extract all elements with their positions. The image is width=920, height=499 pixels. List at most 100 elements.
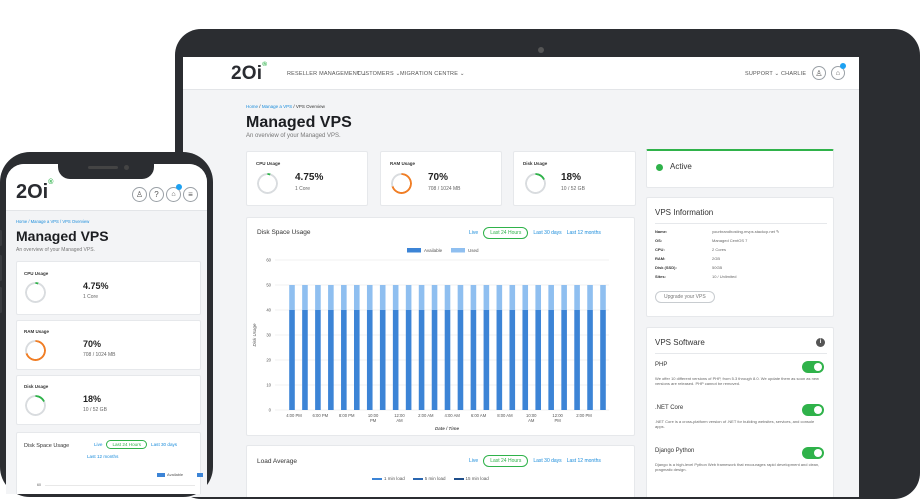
dotnet-toggle[interactable]: [802, 404, 824, 416]
breadcrumb-manage-vps[interactable]: Manage a VPS: [262, 104, 292, 109]
bar-available: [366, 310, 373, 410]
phone-disk-usage-card: Disk Usage 18% 10 / 52 GB: [16, 375, 201, 425]
bar-available: [444, 310, 451, 410]
bar-available: [587, 310, 593, 410]
x-tick-label: PM: [554, 418, 561, 423]
bar-used: [600, 285, 606, 310]
info-icon[interactable]: i: [816, 338, 825, 347]
phone-brand-logo[interactable]: 2Oi®: [16, 179, 53, 204]
y-tick-label: 50: [266, 283, 271, 288]
y-axis-label: Disk Usage: [252, 323, 257, 347]
software-django-name: Django Python: [655, 448, 695, 454]
x-tick-label: 4:00 AM: [444, 413, 460, 418]
bar-available: [315, 310, 321, 410]
vps-information-card: VPS Information Name: yourbrandhosting.mv…: [646, 197, 834, 317]
legend-label-used: Used: [468, 248, 479, 253]
load-range-last-30-days[interactable]: Last 30 days: [533, 458, 561, 464]
disk-usage-card: Disk Usage 18% 10 / 52 GB: [513, 151, 636, 206]
page-subtitle: An overview of your Managed VPS.: [246, 133, 341, 139]
top-navigation: 2Oi® RESELLER MANAGEMENT ⌄ CUSTOMERS ⌄ M…: [183, 57, 859, 90]
bar-available: [302, 310, 308, 410]
breadcrumb: Home / Manage a VPS / VPS Overview: [246, 104, 325, 109]
cpu-usage-sub: 1 Core: [295, 186, 311, 192]
ram-usage-sub: 708 / 1024 MB: [428, 186, 461, 192]
nav-support[interactable]: SUPPORT ⌄: [745, 71, 779, 77]
bar-used: [341, 285, 347, 310]
bar-available: [431, 310, 438, 410]
x-tick-label: 2:00 PM: [576, 413, 592, 418]
load-average-card: Load Average Live Last 24 Hours Last 30 …: [246, 445, 635, 497]
nav-user-name[interactable]: CHARLIE: [781, 71, 806, 77]
software-dotnet-name: .NET Core: [655, 405, 684, 411]
x-tick-label: AM: [396, 418, 403, 423]
phone-chart-gridline: [45, 485, 195, 486]
phone-legend-swatch-used: [197, 473, 203, 477]
range-last-12-months[interactable]: Last 12 months: [567, 230, 601, 236]
phone-side-button: [0, 255, 2, 281]
phone-account-button[interactable]: ♙: [132, 187, 147, 202]
legend-1-min: 1 min load: [372, 476, 405, 481]
phone-chart-y-tick: 60: [37, 483, 41, 487]
phone-page-title: Managed VPS: [16, 228, 109, 244]
phone-range-last-12-months[interactable]: Last 12 months: [87, 454, 118, 459]
user-icon: ♙: [815, 68, 823, 78]
account-button[interactable]: ♙: [812, 66, 826, 80]
bar-used: [548, 285, 554, 310]
phone-help-button[interactable]: ?: [149, 187, 164, 202]
disk-usage-label: Disk Usage: [523, 161, 548, 166]
phone-legend-available: Available: [157, 472, 183, 477]
phone-page-subtitle: An overview of your Managed VPS.: [16, 247, 95, 253]
load-legend: 1 min load 5 min load 15 min load: [372, 476, 489, 481]
nav-migration-centre[interactable]: MIGRATION CENTRE ⌄: [400, 71, 465, 77]
load-range-live[interactable]: Live: [469, 458, 478, 464]
y-tick-label: 20: [266, 358, 271, 363]
php-toggle[interactable]: [802, 361, 824, 373]
phone-range-last-30-days[interactable]: Last 30 days: [151, 442, 177, 447]
bar-used: [509, 285, 516, 310]
upgrade-vps-button[interactable]: Upgrade your VPS: [655, 291, 715, 303]
phone-menu-button[interactable]: ≡: [183, 187, 198, 202]
range-last-24-hours[interactable]: Last 24 Hours: [483, 227, 529, 239]
breadcrumb-home[interactable]: Home: [246, 104, 258, 109]
y-tick-label: 60: [266, 258, 271, 263]
phone-ram-label: RAM Usage: [24, 329, 50, 334]
range-live[interactable]: Live: [469, 230, 478, 236]
bar-available: [418, 310, 425, 410]
ram-usage-ring: [391, 173, 412, 194]
vps-info-row: Disk (SSD): 50GB: [655, 265, 723, 270]
bar-available: [470, 310, 477, 410]
nav-reseller-management[interactable]: RESELLER MANAGEMENT ⌄: [287, 71, 367, 77]
x-tick-label: AM: [528, 418, 535, 423]
phone-range-last-24-hours[interactable]: Last 24 Hours: [106, 440, 148, 449]
status-card: Active: [646, 149, 834, 188]
brand-logo[interactable]: 2Oi®: [231, 61, 267, 85]
vps-name-value[interactable]: yourbrandhosting.mvps.stackcp.net ✎: [712, 229, 779, 234]
legend-swatch-used: [451, 248, 465, 253]
bar-used: [379, 285, 386, 310]
vps-info-row: OS: Managed CentOS 7: [655, 238, 748, 243]
load-range-last-12-months[interactable]: Last 12 months: [567, 458, 601, 464]
bar-used: [418, 285, 425, 310]
x-tick-label: 6:00 AM: [471, 413, 487, 418]
vps-software-divider: [655, 353, 827, 354]
django-toggle[interactable]: [802, 447, 824, 459]
basket-icon: ⌂: [835, 69, 841, 77]
range-last-30-days[interactable]: Last 30 days: [533, 230, 561, 236]
x-axis-label: Date / Time: [435, 426, 459, 431]
disk-usage-value: 18%: [561, 172, 582, 183]
y-tick-label: 0: [269, 408, 272, 413]
load-range-last-24-hours[interactable]: Last 24 Hours: [483, 455, 529, 467]
vps-info-row: RAM: 2GB: [655, 256, 721, 261]
help-icon: ?: [154, 190, 159, 199]
phone-range-selector: Live Last 24 Hours Last 30 days: [94, 440, 177, 449]
disk-chart-title: Disk Space Usage: [257, 229, 311, 236]
status-label: Active: [670, 162, 692, 171]
ram-usage-card: RAM Usage 70% 708 / 1024 MB: [380, 151, 502, 206]
bar-used: [522, 285, 529, 310]
bar-available: [405, 310, 412, 410]
bar-used: [470, 285, 477, 310]
phone-range-live[interactable]: Live: [94, 442, 102, 447]
bar-used: [496, 285, 503, 310]
nav-customers[interactable]: CUSTOMERS ⌄: [357, 71, 400, 77]
bar-used: [431, 285, 438, 310]
